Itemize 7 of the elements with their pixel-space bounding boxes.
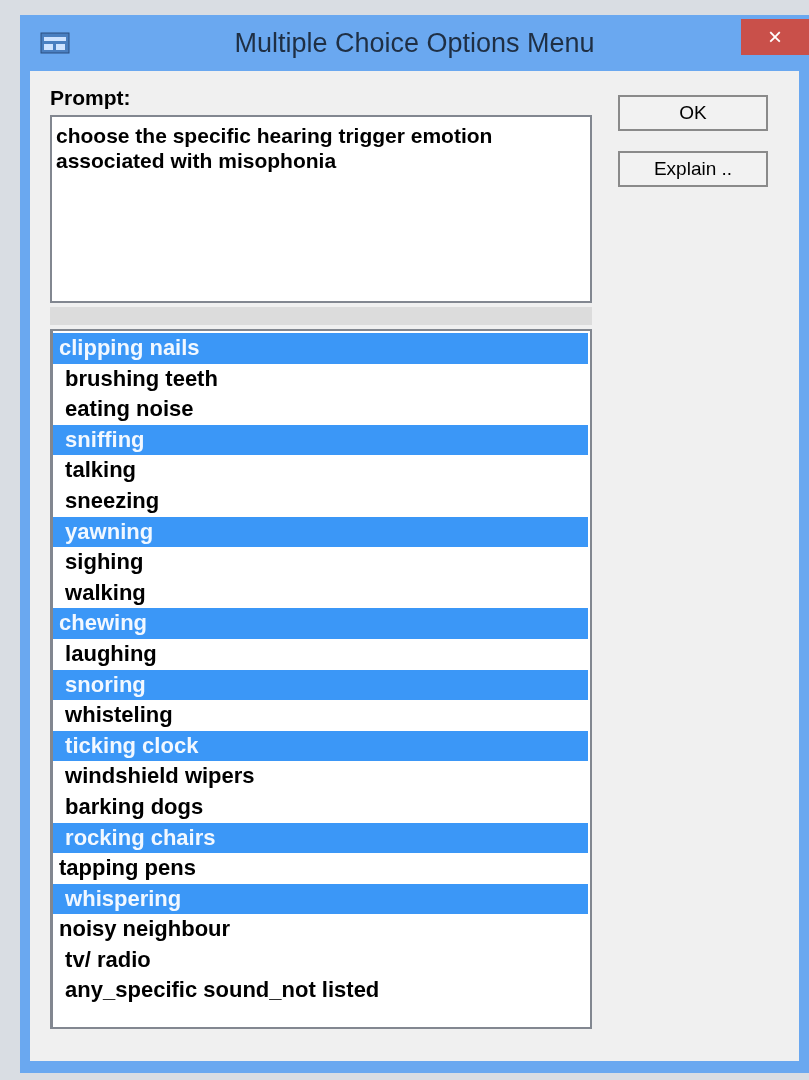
- app-icon: [40, 29, 70, 55]
- close-button[interactable]: ×: [741, 19, 809, 55]
- ok-button[interactable]: OK: [618, 95, 768, 131]
- explain-button[interactable]: Explain ..: [618, 151, 768, 187]
- prompt-text-area[interactable]: choose the specific hearing trigger emotion associated with misophonia: [50, 115, 592, 303]
- prompt-label: Prompt:: [50, 85, 132, 111]
- window-title: Multiple Choice Options Menu: [234, 27, 595, 58]
